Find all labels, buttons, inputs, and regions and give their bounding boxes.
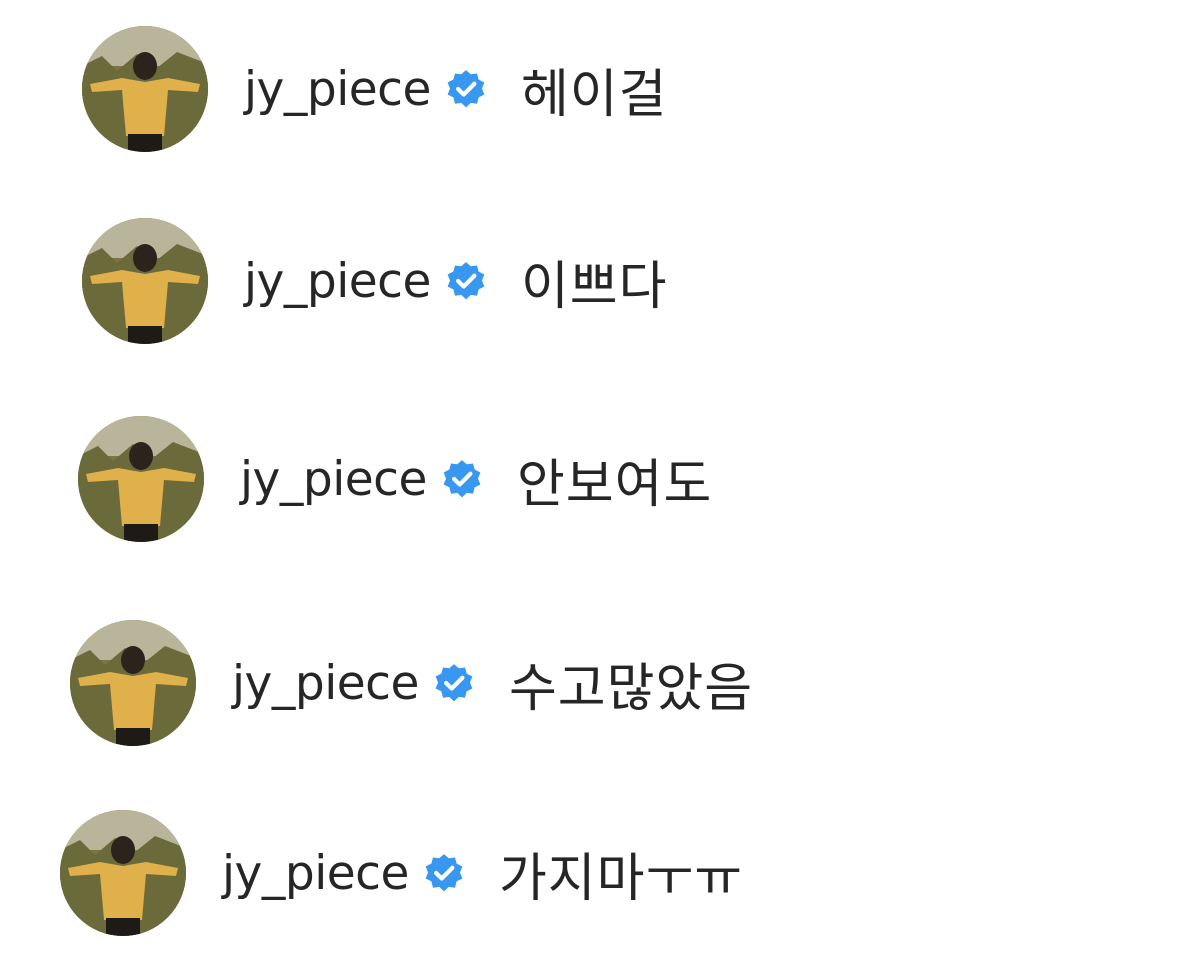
verified-check-icon — [445, 68, 487, 110]
verified-check-icon — [441, 458, 483, 500]
comment-text: 이쁘다 — [520, 256, 668, 317]
comment-row: jy_piece 헤이걸 — [82, 24, 667, 154]
avatar[interactable] — [78, 416, 204, 542]
comment-text: 헤이걸 — [520, 64, 668, 125]
avatar[interactable] — [60, 810, 186, 936]
avatar-image — [82, 26, 208, 152]
comment-list: jy_piece 헤이걸 jy_piece 이쁘다 jy_piece 안보여도 … — [0, 0, 1200, 968]
comment-text: 안보여도 — [516, 454, 713, 515]
verified-check-icon — [433, 662, 475, 704]
comment-row: jy_piece 이쁘다 — [82, 216, 667, 346]
avatar[interactable] — [82, 218, 208, 344]
username[interactable]: jy_piece — [244, 62, 431, 117]
username[interactable]: jy_piece — [222, 846, 409, 901]
avatar-image — [60, 810, 186, 936]
username[interactable]: jy_piece — [240, 452, 427, 507]
avatar-image — [82, 218, 208, 344]
avatar[interactable] — [70, 620, 196, 746]
comment-row: jy_piece 가지마ㅜㅠ — [60, 808, 743, 938]
comment-text: 수고많았음 — [508, 658, 754, 719]
avatar-image — [78, 416, 204, 542]
avatar-image — [70, 620, 196, 746]
comment-text: 가지마ㅜㅠ — [498, 848, 744, 909]
username[interactable]: jy_piece — [244, 254, 431, 309]
comment-row: jy_piece 수고많았음 — [70, 618, 753, 748]
verified-check-icon — [445, 260, 487, 302]
verified-check-icon — [423, 852, 465, 894]
username[interactable]: jy_piece — [232, 656, 419, 711]
comment-row: jy_piece 안보여도 — [78, 414, 712, 544]
avatar[interactable] — [82, 26, 208, 152]
